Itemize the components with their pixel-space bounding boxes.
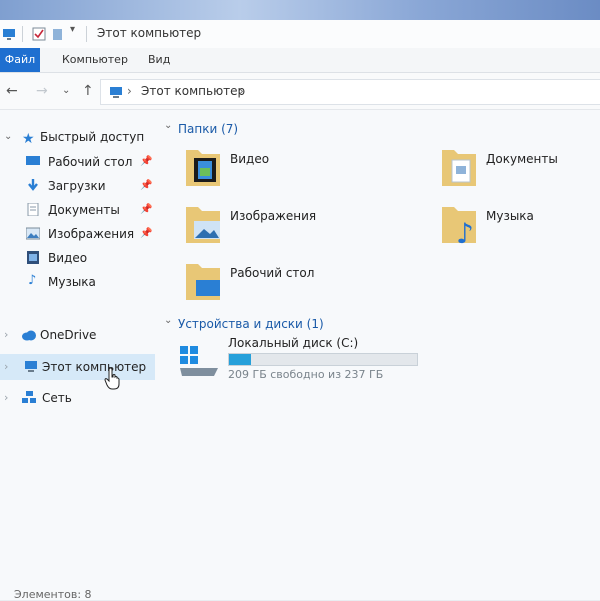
breadcrumb[interactable]: Этот компьютер — [141, 84, 245, 98]
address-bar-row: ← → ⌄ ↑ › Этот компьютер › — [0, 73, 600, 110]
star-icon: ★ — [22, 131, 35, 147]
desktop-folder-icon — [186, 264, 220, 300]
expand-chevron-icon[interactable]: › — [4, 356, 8, 378]
breadcrumb-chevron-icon[interactable]: › — [127, 84, 132, 98]
status-item-count: Элементов: 8 — [14, 588, 92, 601]
folder-label: Видео — [230, 152, 270, 166]
pin-icon[interactable]: 📌 — [140, 199, 152, 221]
sidebar-item-label: Этот компьютер — [42, 360, 147, 374]
folder-documents[interactable]: Документы — [440, 146, 600, 192]
music-folder-icon: ♪ — [442, 207, 476, 245]
drive-c[interactable]: Локальный диск (C:) 209 ГБ свободно из 2… — [178, 336, 418, 386]
expand-chevron-icon[interactable]: › — [4, 387, 8, 409]
title-separator — [22, 26, 23, 42]
window-title: Этот компьютер — [97, 26, 202, 40]
sidebar-item-video[interactable]: Видео — [26, 247, 160, 269]
svg-text:♪: ♪ — [456, 217, 474, 245]
content-pane: ⌄ Папки (7) Видео Документы Изображения … — [160, 110, 600, 590]
tab-file[interactable]: Файл — [0, 48, 40, 72]
folder-music[interactable]: ♪ Музыка — [440, 203, 600, 249]
folders-group-header[interactable]: Папки (7) — [178, 122, 238, 136]
drive-name: Локальный диск (C:) — [228, 336, 359, 350]
computer-icon — [3, 29, 15, 40]
tab-computer[interactable]: Компьютер — [54, 48, 136, 72]
tab-view[interactable]: Вид — [140, 48, 178, 72]
document-icon — [27, 203, 39, 216]
pin-icon[interactable]: 📌 — [140, 223, 152, 245]
sidebar-item-label: Видео — [48, 251, 88, 265]
folder-label: Музыка — [486, 209, 534, 223]
video-icon — [27, 251, 39, 264]
picture-icon — [26, 227, 40, 240]
title-bar: ▾ Этот компьютер — [0, 20, 600, 49]
title-separator — [86, 26, 87, 42]
forward-arrow-icon[interactable]: → — [36, 83, 48, 99]
folder-label: Рабочий стол — [230, 266, 315, 280]
address-box[interactable]: › Этот компьютер › — [100, 79, 600, 105]
sidebar-item-label: Рабочий стол — [48, 155, 133, 169]
windows-drive-icon — [180, 346, 218, 376]
network-icon — [22, 391, 36, 403]
customize-quick-access-icon[interactable]: ▾ — [70, 24, 75, 40]
sidebar-item-label: Музыка — [48, 275, 96, 289]
video-folder-icon — [186, 150, 220, 186]
documents-folder-icon — [442, 150, 476, 186]
sidebar-item-this-pc[interactable]: › Этот компьютер — [4, 356, 154, 378]
file-explorer-window: ▾ Этот компьютер Файл Компьютер Вид ← → … — [0, 20, 600, 601]
folder-video[interactable]: Видео — [184, 146, 364, 192]
navigation-pane: ⌄ ★ Быстрый доступ Рабочий стол 📌 Загруз… — [0, 110, 160, 590]
sidebar-item-pictures[interactable]: Изображения 📌 — [26, 223, 160, 245]
folder-pictures[interactable]: Изображения — [184, 203, 364, 249]
pin-icon[interactable]: 📌 — [140, 151, 152, 173]
sidebar-item-documents[interactable]: Документы 📌 — [26, 199, 160, 221]
sidebar-item-label: Документы — [48, 203, 120, 217]
collapse-chevron-icon[interactable]: ⌄ — [164, 120, 172, 131]
sidebar-item-label: OneDrive — [40, 328, 97, 342]
sidebar-item-label: Изображения — [48, 227, 135, 241]
expand-chevron-icon[interactable]: ⌄ — [4, 126, 12, 148]
pin-icon[interactable]: 📌 — [140, 175, 152, 197]
folder-label: Документы — [486, 152, 558, 166]
collapse-chevron-icon[interactable]: ⌄ — [164, 315, 172, 326]
computer-icon — [25, 361, 37, 372]
up-arrow-icon[interactable]: ↑ — [82, 83, 94, 99]
computer-icon — [110, 87, 122, 98]
desktop-icon — [26, 156, 40, 165]
drive-usage-fill — [229, 354, 252, 365]
sidebar-item-label: Загрузки — [48, 179, 106, 193]
sidebar-item-network[interactable]: › Сеть — [4, 387, 154, 409]
back-arrow-icon[interactable]: ← — [6, 83, 18, 99]
sidebar-item-quick-access[interactable]: ⌄ ★ Быстрый доступ — [4, 126, 154, 148]
recent-locations-chevron-icon[interactable]: ⌄ — [62, 85, 70, 96]
sidebar-item-desktop[interactable]: Рабочий стол 📌 — [26, 151, 160, 173]
desktop-background — [0, 0, 600, 20]
properties-icon[interactable] — [32, 26, 46, 42]
expand-chevron-icon[interactable]: › — [4, 324, 8, 346]
breadcrumb-chevron-icon[interactable]: › — [239, 84, 244, 98]
ribbon-tabs: Файл Компьютер Вид — [0, 48, 600, 73]
pictures-folder-icon — [186, 207, 220, 243]
folder-desktop[interactable]: Рабочий стол — [184, 260, 364, 306]
drive-usage-bar — [228, 353, 418, 366]
cloud-icon — [22, 330, 36, 341]
drive-free-space: 209 ГБ свободно из 237 ГБ — [228, 368, 384, 381]
sidebar-item-label: Сеть — [42, 391, 72, 405]
sidebar-item-onedrive[interactable]: › OneDrive — [4, 324, 154, 346]
folder-label: Изображения — [230, 209, 317, 223]
new-folder-icon[interactable] — [52, 26, 64, 42]
sidebar-item-music[interactable]: ♪ Музыка — [26, 271, 160, 293]
devices-group-header[interactable]: Устройства и диски (1) — [178, 317, 324, 331]
music-note-icon: ♪ — [28, 273, 37, 288]
sidebar-item-downloads[interactable]: Загрузки 📌 — [26, 175, 160, 197]
download-arrow-icon — [28, 179, 38, 191]
sidebar-item-label: Быстрый доступ — [40, 130, 145, 144]
